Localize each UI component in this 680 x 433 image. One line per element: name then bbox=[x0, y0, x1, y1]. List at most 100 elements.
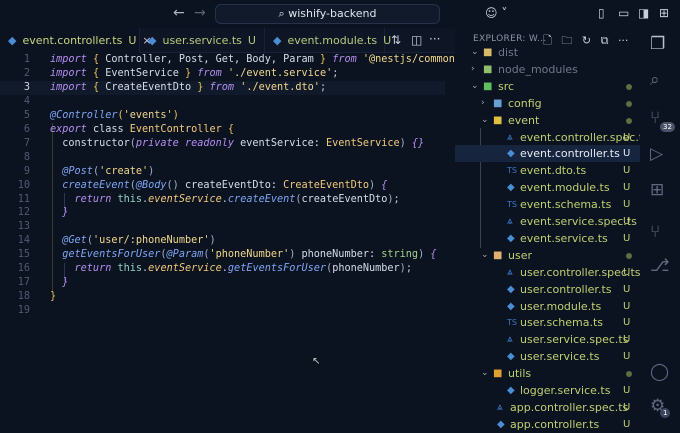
chevron-down-icon[interactable]: ⌄ bbox=[471, 78, 479, 95]
chevron-down-icon[interactable]: ⌄ bbox=[471, 44, 479, 61]
line-number: 5 bbox=[23, 109, 30, 121]
more-actions-icon[interactable]: ··· bbox=[429, 32, 440, 46]
compare-changes-icon[interactable]: ⇅ bbox=[391, 33, 401, 47]
tree-item-label: user.schema.ts bbox=[520, 316, 603, 330]
toggle-panel-icon[interactable]: ▭ bbox=[618, 6, 629, 20]
code-token: phoneNumber: bbox=[295, 249, 382, 261]
code-line[interactable]: 2 import { EventService } from './event.s… bbox=[0, 67, 445, 81]
copilot-icon[interactable]: ☺ ˅ bbox=[485, 6, 507, 20]
tree-file[interactable]: ◆ user.controller.ts U bbox=[455, 281, 640, 298]
search-icon[interactable]: ⌕ bbox=[650, 70, 660, 90]
code-text: constructor(private readonly eventServic… bbox=[50, 137, 424, 151]
code-line[interactable]: 15 getEventsForUser(@Param('phoneNumber'… bbox=[0, 248, 445, 262]
code-line[interactable]: 3 import { CreateEventDto } from './event… bbox=[0, 80, 445, 95]
line-number: 1 bbox=[23, 54, 30, 65]
arrow-left-icon[interactable]: ← bbox=[173, 5, 185, 21]
tree-file[interactable]: ◆ logger.service.ts U bbox=[455, 382, 640, 399]
tree-folder[interactable]: › ■ config bbox=[455, 95, 640, 112]
tree-file[interactable]: ⩓ app.controller.spec.ts U bbox=[455, 399, 640, 416]
code-line[interactable]: 11 return this.eventService.createEvent(… bbox=[0, 193, 445, 207]
tree-file[interactable]: ⩓ event.service.spec.ts U bbox=[455, 213, 640, 230]
tree-file[interactable]: ◆ event.controller.ts U bbox=[455, 145, 640, 163]
tree-folder[interactable]: ⌄ ■ src bbox=[455, 78, 640, 95]
code-line[interactable]: 19 bbox=[0, 304, 445, 318]
tree-folder[interactable]: ⌄ ■ event bbox=[455, 112, 640, 129]
tree-file[interactable]: ◆ app.controller.ts U bbox=[455, 416, 640, 433]
tree-folder[interactable]: ⌄ ■ dist bbox=[455, 44, 640, 61]
tree-item-label: user.service.spec.ts bbox=[520, 333, 629, 347]
chevron-right-icon[interactable]: › bbox=[481, 95, 485, 112]
tree-file[interactable]: ◆ user.module.ts U bbox=[455, 298, 640, 315]
code-token: ; bbox=[393, 193, 400, 205]
code-token: } bbox=[50, 277, 69, 289]
git-status-badge: U bbox=[623, 334, 631, 346]
git-graph-icon[interactable]: ⑂ bbox=[650, 222, 660, 242]
command-center-search[interactable]: ⌕ wishify-backend bbox=[215, 4, 440, 24]
chevron-down-icon[interactable]: ⌄ bbox=[481, 247, 489, 264]
code-line[interactable]: 18} bbox=[0, 290, 445, 304]
source-control-icon[interactable]: ⑂ bbox=[650, 108, 660, 128]
tree-item-label: event.dto.ts bbox=[520, 164, 587, 178]
code-line[interactable]: 6 export class EventController { bbox=[0, 123, 445, 137]
code-token: this bbox=[117, 263, 143, 275]
tab-event-controller[interactable]: ◆ event.controller.ts U × bbox=[0, 28, 152, 53]
split-editor-icon[interactable]: ◫ bbox=[411, 33, 422, 47]
code-token: getEventsForUser bbox=[50, 249, 161, 261]
tree-folder[interactable]: › ■ node_modules bbox=[455, 61, 640, 78]
tab-user-service[interactable]: ◆ user.service.ts U bbox=[140, 28, 265, 53]
extensions-icon[interactable]: ⊞ bbox=[650, 180, 664, 200]
arrow-right-icon[interactable]: → bbox=[194, 5, 206, 21]
code-line[interactable]: 7 constructor(private readonly eventServ… bbox=[0, 137, 445, 151]
run-debug-icon[interactable]: ▷ bbox=[650, 144, 663, 164]
code-line[interactable]: 12 } bbox=[0, 206, 445, 220]
tree-item-label: event bbox=[508, 113, 540, 127]
account-icon[interactable]: ◯ bbox=[650, 362, 669, 382]
toggle-secondary-sidebar-icon[interactable]: ◨ bbox=[638, 6, 649, 20]
code-line[interactable]: 8 bbox=[0, 151, 445, 165]
code-line[interactable]: 10 createEvent(@Body() createEventDto: C… bbox=[0, 179, 445, 193]
tree-file[interactable]: ◆ event.service.ts U bbox=[455, 230, 640, 247]
tree-file[interactable]: ⩓ user.service.spec.ts U bbox=[455, 331, 640, 348]
tree-folder[interactable]: ⌄ ■ utils bbox=[455, 365, 640, 382]
customize-layout-icon[interactable]: ⊞ bbox=[659, 6, 669, 20]
tree-folder[interactable]: ⌄ ■ user bbox=[455, 247, 640, 264]
pull-request-icon[interactable]: ⎇ bbox=[650, 256, 670, 276]
code-line[interactable]: 14 @Get('user/:phoneNumber') bbox=[0, 234, 445, 248]
line-number: 7 bbox=[23, 137, 30, 149]
tree-item-label: event.schema.ts bbox=[520, 198, 612, 212]
code-line[interactable]: 17 } bbox=[0, 276, 445, 290]
code-token: 'create' bbox=[99, 165, 149, 177]
code-text: getEventsForUser(@Param('phoneNumber') p… bbox=[50, 248, 436, 262]
tree-file[interactable]: TS user.schema.ts U bbox=[455, 314, 640, 331]
tab-event-module[interactable]: ◆ event.module.ts U bbox=[265, 28, 391, 53]
chevron-right-icon[interactable]: › bbox=[471, 61, 475, 78]
test-file-icon: ⩓ bbox=[507, 131, 513, 143]
folder-icon: ■ bbox=[483, 47, 493, 58]
code-token: constructor bbox=[50, 137, 130, 149]
code-token: './event.service' bbox=[227, 67, 333, 79]
code-line[interactable]: 4 bbox=[0, 95, 445, 109]
chevron-down-icon[interactable]: ⌄ bbox=[481, 365, 489, 382]
tree-file[interactable]: ⩓ user.controller.spec.ts U bbox=[455, 264, 641, 281]
modified-dot bbox=[626, 83, 632, 90]
typescript-file-icon: TS bbox=[507, 166, 517, 176]
tree-file[interactable]: TS event.dto.ts U bbox=[455, 162, 640, 179]
code-line[interactable]: 9 @Post('create') bbox=[0, 165, 445, 179]
code-token: @Controller bbox=[50, 109, 118, 121]
tree-file[interactable]: ◆ event.module.ts U bbox=[455, 179, 640, 196]
code-line[interactable]: 13 bbox=[0, 220, 445, 234]
toggle-primary-sidebar-icon[interactable]: ▯ bbox=[598, 6, 605, 20]
explorer-icon[interactable]: ❐ bbox=[650, 34, 665, 54]
code-token: () bbox=[166, 179, 179, 191]
code-editor[interactable]: 1 import { Controller, Post, Get, Body, P… bbox=[0, 53, 467, 425]
code-text: return this.eventService.getEventsForUse… bbox=[50, 262, 412, 276]
tree-file[interactable]: TS event.schema.ts U bbox=[455, 196, 640, 213]
code-line[interactable]: 1 import { Controller, Post, Get, Body, P… bbox=[0, 53, 467, 67]
code-line[interactable]: 5 @Controller('events') bbox=[0, 109, 445, 123]
tree-file[interactable]: ⩓ event.controller.spec.ts U bbox=[455, 129, 649, 146]
chevron-down-icon[interactable]: ⌄ bbox=[481, 112, 489, 129]
code-line[interactable]: 16 return this.eventService.getEventsFor… bbox=[0, 262, 445, 276]
tree-file[interactable]: ◆ user.service.ts U bbox=[455, 348, 640, 365]
code-token: Controller, Post, Get, Body, Param bbox=[99, 54, 320, 65]
code-token: 'events' bbox=[123, 109, 173, 121]
